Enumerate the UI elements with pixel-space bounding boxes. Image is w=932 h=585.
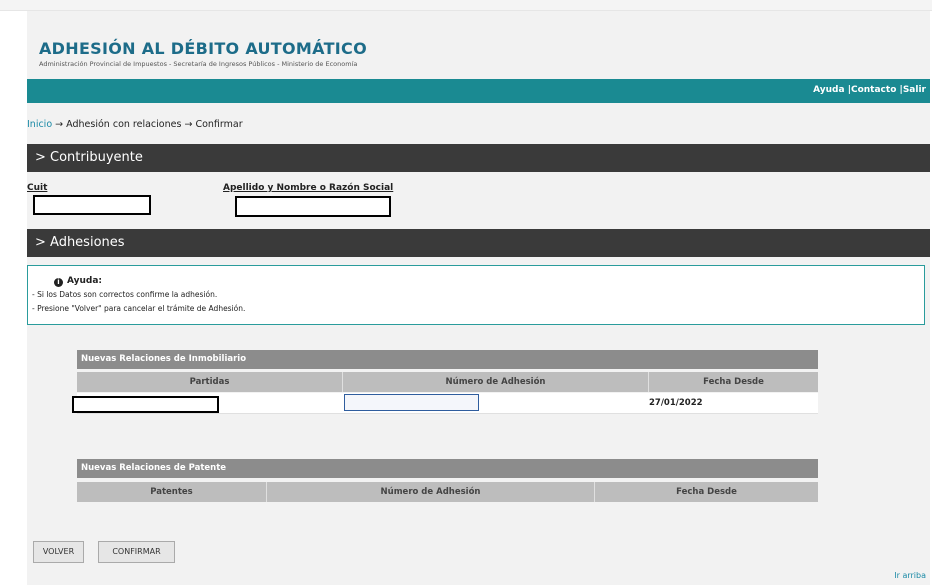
- fecha-desde-value: 27/01/2022: [649, 398, 703, 408]
- confirmar-button[interactable]: CONFIRMAR: [98, 541, 175, 563]
- breadcrumb: Inicio → Adhesión con relaciones → Confi…: [27, 119, 243, 130]
- top-strip: [0, 0, 932, 11]
- volver-button[interactable]: VOLVER: [33, 541, 84, 563]
- nombre-label: Apellido y Nombre o Razón Social: [223, 183, 394, 193]
- page-subtitle: Administración Provincial de Impuestos -…: [39, 60, 358, 68]
- nav-link-contacto[interactable]: Contacto: [851, 85, 896, 95]
- table-row: 27/01/2022: [72, 393, 818, 414]
- help-line: - Si los Datos son correctos confirme la…: [32, 290, 218, 299]
- nav-link-ayuda[interactable]: Ayuda: [813, 85, 844, 95]
- column-numero-adhesion: Número de Adhesión: [343, 372, 649, 392]
- inmobiliario-table-title: Nuevas Relaciones de Inmobiliario: [77, 350, 818, 369]
- cuit-label: Cuit: [27, 183, 48, 193]
- inmobiliario-column-headers: Partidas Número de Adhesión Fecha Desde: [77, 372, 818, 392]
- section-title: > Adhesiones: [35, 235, 125, 250]
- navbar: Ayuda |Contacto |Salir: [27, 79, 930, 103]
- header: ADHESIÓN AL DÉBITO AUTOMÁTICO Administra…: [27, 11, 930, 79]
- ir-arriba-link[interactable]: Ir arriba: [894, 571, 926, 580]
- breadcrumb-current: Confirmar: [195, 119, 243, 130]
- partida-value-redacted: [72, 396, 219, 413]
- numero-adhesion-input[interactable]: [344, 394, 479, 411]
- cuit-value-redacted: [33, 195, 151, 215]
- breadcrumb-arrow-icon: →: [55, 119, 64, 130]
- patente-column-headers: Patentes Número de Adhesión Fecha Desde: [77, 482, 818, 502]
- breadcrumb-arrow-icon: →: [184, 119, 193, 130]
- nav-links: Ayuda |Contacto |Salir: [813, 85, 926, 95]
- section-title: > Contribuyente: [35, 150, 143, 165]
- help-line: - Presione "Volver" para cancelar el trá…: [32, 304, 246, 313]
- column-fecha-desde: Fecha Desde: [676, 487, 737, 497]
- section-contribuyente: > Contribuyente: [27, 144, 930, 172]
- page-title: ADHESIÓN AL DÉBITO AUTOMÁTICO: [39, 39, 367, 58]
- column-partidas: Partidas: [77, 372, 343, 392]
- nav-link-salir[interactable]: Salir: [903, 85, 926, 95]
- help-title: i Ayuda:: [54, 276, 102, 287]
- section-adhesiones: > Adhesiones: [27, 229, 930, 257]
- breadcrumb-inicio[interactable]: Inicio: [27, 119, 52, 130]
- help-box: i Ayuda: - Si los Datos son correctos con…: [27, 265, 925, 325]
- nombre-value-redacted: [235, 196, 391, 217]
- info-icon: i: [54, 278, 63, 287]
- patente-table-title: Nuevas Relaciones de Patente: [77, 459, 818, 478]
- column-patentes: Patentes: [77, 482, 267, 502]
- column-fecha-desde: Fecha Desde: [703, 377, 764, 387]
- page-container: ADHESIÓN AL DÉBITO AUTOMÁTICO Administra…: [27, 11, 930, 585]
- breadcrumb-step: Adhesión con relaciones: [66, 119, 182, 130]
- column-numero-adhesion: Número de Adhesión: [267, 482, 595, 502]
